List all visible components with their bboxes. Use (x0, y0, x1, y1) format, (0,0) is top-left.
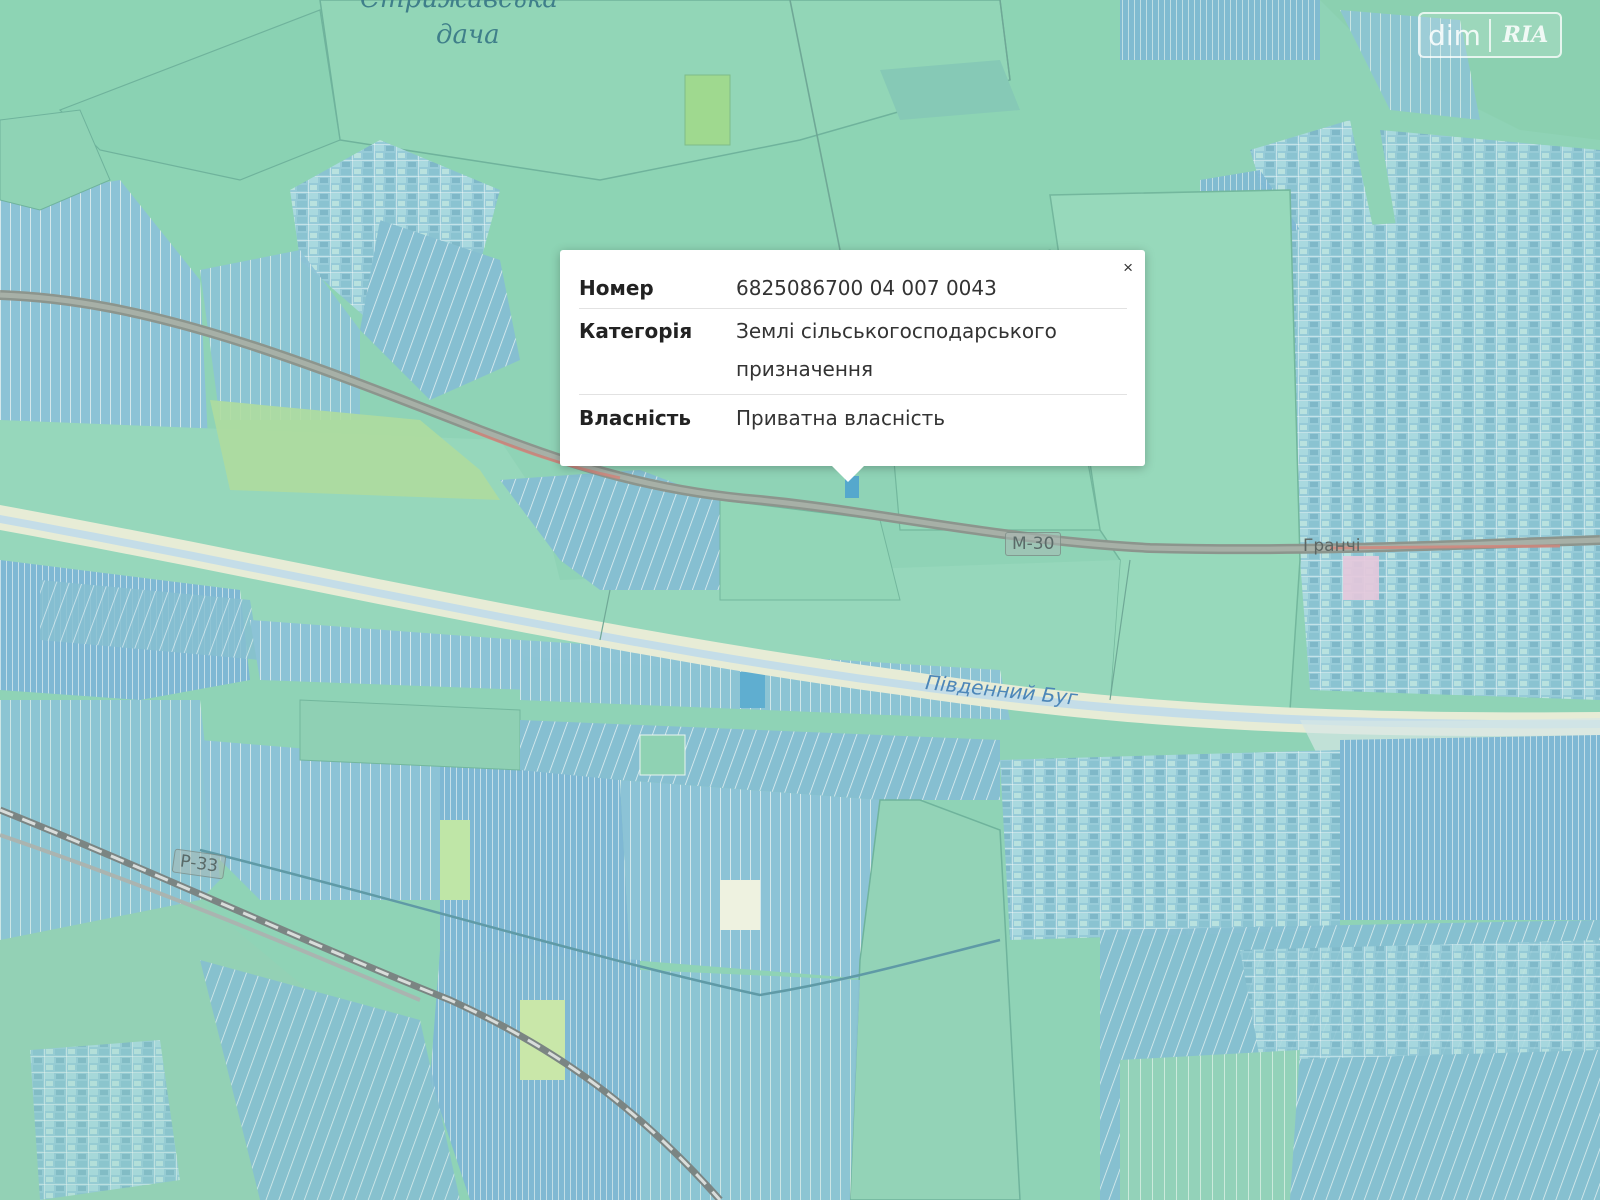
watermark-ria: RIA (1502, 22, 1549, 48)
place-label-top-2: дача (436, 20, 500, 50)
dim-ria-watermark: dim RIA (1418, 12, 1562, 58)
info-row-category: Категорія Землі сільськогосподарського п… (579, 312, 1127, 395)
info-row-ownership: Власність Приватна власність (579, 398, 1127, 438)
info-key-number: Номер (579, 276, 654, 300)
road-label-m30: М-30 (1005, 532, 1062, 556)
village-label: Гранчі (1303, 536, 1361, 556)
info-value-ownership: Приватна власність (736, 406, 946, 430)
parcel-info-popup: × Номер 6825086700 04 007 0043 Категорія… (560, 250, 1145, 482)
popup-pointer (832, 466, 864, 482)
info-key-ownership: Власність (579, 406, 692, 430)
info-key-category: Категорія (579, 319, 693, 343)
info-row-number: Номер 6825086700 04 007 0043 (579, 268, 1127, 309)
watermark-dim: dim (1420, 18, 1491, 52)
place-label-top: Стрижавська (360, 0, 558, 14)
cadastral-map[interactable] (0, 0, 1600, 1200)
info-value-category: Землі сільськогосподарського призначення (736, 319, 1057, 381)
info-value-number: 6825086700 04 007 0043 (736, 276, 997, 300)
